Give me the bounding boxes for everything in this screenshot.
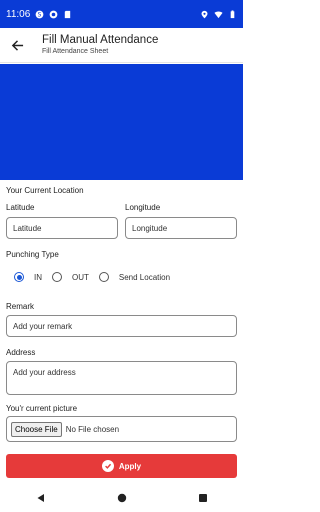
location-icon xyxy=(201,10,208,18)
arrow-left-icon xyxy=(11,39,23,51)
radio-in-label: IN xyxy=(34,272,42,282)
page-subtitle: Fill Attendance Sheet xyxy=(42,48,109,55)
back-button[interactable] xyxy=(0,28,34,63)
radio-send-location[interactable] xyxy=(98,272,109,282)
apply-button[interactable]: Apply xyxy=(6,454,237,478)
address-input[interactable]: Add your address xyxy=(6,361,237,395)
punching-type-heading: Punching Type xyxy=(6,250,59,259)
radio-out-label: OUT xyxy=(72,272,89,282)
radio-out[interactable] xyxy=(52,272,62,282)
notification-icon: S xyxy=(35,10,44,18)
latitude-label: Latitude xyxy=(6,203,35,212)
address-label: Address xyxy=(6,348,36,357)
page-title: Fill Manual Attendance xyxy=(42,34,159,46)
home-nav-icon[interactable] xyxy=(117,493,127,503)
status-time: 11:06 xyxy=(6,8,31,20)
status-bar: 11:06 S xyxy=(0,0,243,28)
punching-type-group: IN OUT Send Location xyxy=(14,272,180,282)
remark-input[interactable]: Add your remark xyxy=(6,315,237,337)
picture-label: You'r current picture xyxy=(6,404,78,413)
system-nav-bar xyxy=(0,484,243,512)
sd-card-icon xyxy=(65,10,71,18)
check-circle-icon xyxy=(101,460,114,472)
radio-in[interactable] xyxy=(14,272,24,282)
choose-file-button[interactable]: Choose File xyxy=(11,421,62,437)
longitude-input[interactable]: Longitude xyxy=(125,217,237,239)
svg-text:S: S xyxy=(38,12,42,18)
latitude-input[interactable]: Latitude xyxy=(6,217,118,239)
battery-icon xyxy=(230,9,235,18)
longitude-label: Longitude xyxy=(125,203,161,212)
app-notification-icon xyxy=(49,10,58,18)
recents-nav-icon[interactable] xyxy=(198,493,208,503)
radio-send-location-label: Send Location xyxy=(118,272,171,282)
attendance-form: Your Current Location Latitude Longitude… xyxy=(0,180,243,480)
back-nav-icon[interactable] xyxy=(36,493,46,503)
file-upload-field: Choose File No File chosen xyxy=(6,416,237,442)
app-bar: Fill Manual Attendance Fill Attendance S… xyxy=(0,28,243,63)
no-file-text: No File chosen xyxy=(65,424,120,434)
remark-label: Remark xyxy=(6,302,35,311)
map-view[interactable] xyxy=(0,64,243,180)
wifi-icon xyxy=(214,11,223,18)
location-heading: Your Current Location xyxy=(6,186,84,195)
apply-button-label: Apply xyxy=(118,461,142,471)
